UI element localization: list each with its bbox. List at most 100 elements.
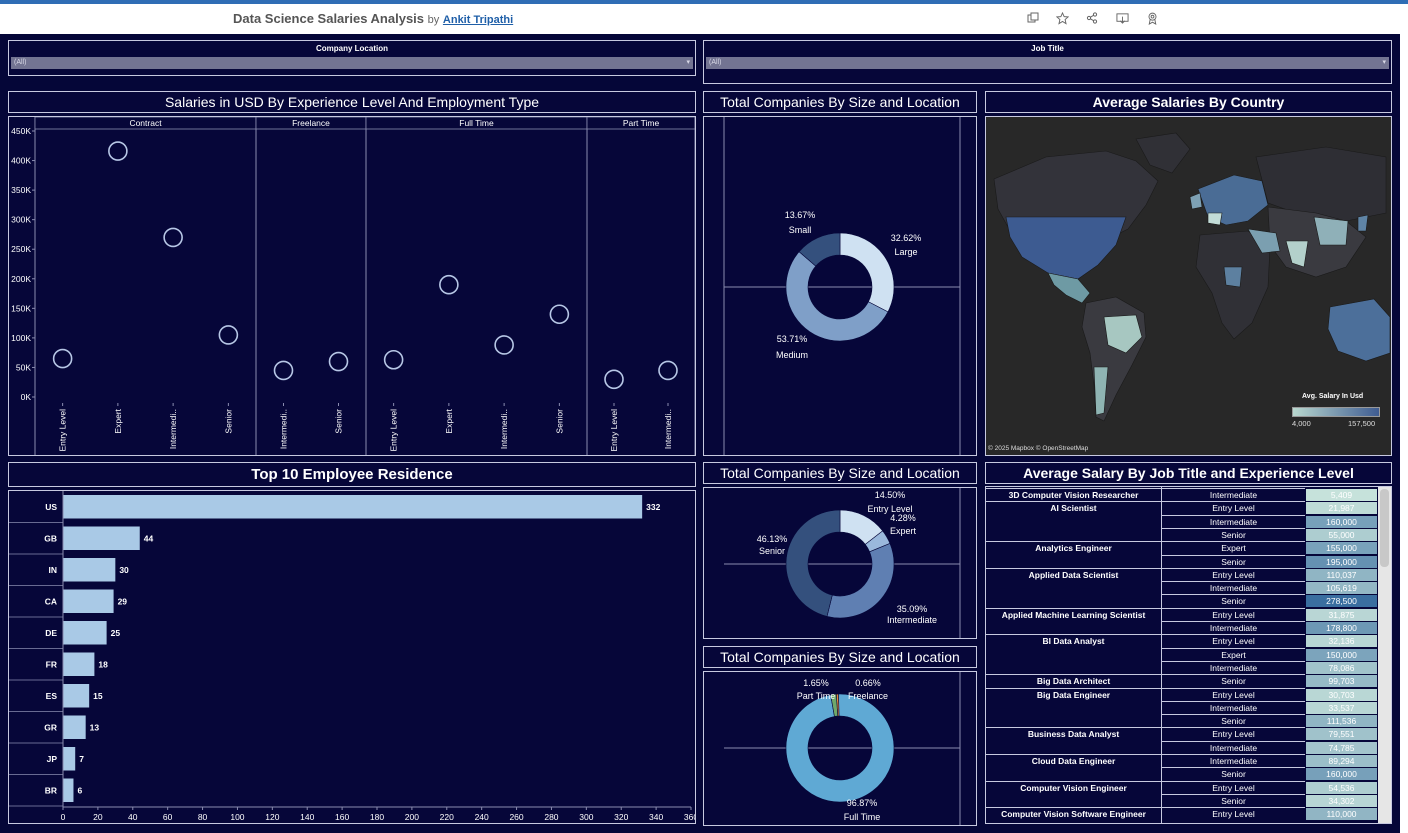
scatter-point: [273, 360, 294, 381]
avg-salary-cell: 34,302: [1306, 793, 1377, 807]
table-row[interactable]: Senior 34,302: [986, 793, 1391, 807]
avg-salary-map[interactable]: Avg. Salary In Usd 4,000 157,500 © 2025 …: [985, 116, 1392, 456]
experience-level-cell: Intermediate: [1162, 740, 1305, 755]
table-row[interactable]: Big Data Engineer Entry Level 30,703: [986, 687, 1391, 702]
table-row[interactable]: Intermediate 78,086: [986, 660, 1391, 674]
table-row[interactable]: Senior 278,500: [986, 594, 1391, 608]
experience-slice: [826, 543, 895, 619]
table-row[interactable]: Intermediate 178,800: [986, 621, 1391, 634]
residence-bar-chart: US 332GB 44IN 30CA 29DE 25FR 18ES 15GR 13JP 7BR 60…: [9, 491, 698, 822]
job-title-cell: AI Scientist: [986, 501, 1161, 515]
x-tick-label: Intermedi..: [279, 409, 289, 449]
table-row[interactable]: Applied Data Scientist Entry Level 110,037: [986, 567, 1391, 582]
x-tick-label: 140: [300, 812, 314, 822]
job-title-cell: Analytics Engineer: [986, 541, 1161, 555]
company-size-donut: 13.67% Small 32.62% Large 53.71% Medium: [723, 117, 961, 455]
panel-label: Full Time: [459, 118, 494, 128]
share-icon[interactable]: [1085, 12, 1099, 26]
avg-salary-cell: 54,536: [1306, 780, 1377, 794]
experience-level-cell: Entry Level: [1162, 567, 1305, 582]
donut-label-pct: 96.87%: [847, 798, 878, 808]
company-size-title: Total Companies By Size and Location: [703, 91, 977, 113]
table-row[interactable]: Senior 160,000: [986, 767, 1391, 781]
favorite-icon[interactable]: [1055, 11, 1069, 26]
y-tick-label: 0K: [21, 392, 32, 402]
chevron-down-icon: ▾: [686, 59, 690, 66]
job-table-body: 3D Computer Vision Researcher Intermediat…: [986, 487, 1391, 823]
avg-salary-cell: 278,500: [1306, 594, 1377, 608]
spain-region: [1207, 212, 1223, 226]
experience-level-cell: Senior: [1162, 554, 1305, 569]
experience-level-cell: Entry Level: [1162, 780, 1305, 795]
badge-icon[interactable]: [1145, 12, 1159, 26]
download-icon[interactable]: [1115, 12, 1129, 26]
experience-level-cell: Intermediate: [1162, 700, 1305, 715]
y-tick-label: 50K: [16, 362, 31, 372]
chevron-down-icon: ▾: [1382, 59, 1386, 66]
donut-label-pct: 1.65%: [803, 678, 829, 688]
salaries-chart-title: Salaries in USD By Experience Level And …: [8, 91, 696, 113]
central-africa-region: [1223, 266, 1243, 288]
viz-title: Data Science Salaries Analysis by Ankit …: [233, 11, 513, 26]
x-tick-label: Expert: [113, 408, 123, 433]
scrollbar-thumb[interactable]: [1380, 489, 1389, 567]
avg-salary-cell: 5,409: [1306, 488, 1377, 501]
job-title-dropdown[interactable]: (All) ▾: [706, 57, 1389, 69]
bar-category-label: GB: [44, 533, 57, 543]
bar-value-label: 13: [90, 722, 100, 732]
job-title-table[interactable]: 3D Computer Vision Researcher Intermediat…: [985, 486, 1392, 824]
table-row[interactable]: Expert 150,000: [986, 647, 1391, 661]
company-size-panel: 13.67% Small 32.62% Large 53.71% Medium: [703, 116, 977, 456]
avg-salary-cell: 21,987: [1306, 501, 1377, 515]
table-row[interactable]: Senior 195,000: [986, 554, 1391, 569]
duplicate-icon[interactable]: [1026, 12, 1040, 26]
y-tick-label: 300K: [11, 215, 31, 225]
table-row[interactable]: Senior 111,536: [986, 714, 1391, 728]
workbook-title: Data Science Salaries Analysis: [233, 11, 425, 26]
salaries-scatter-chart: 450K 400K 350K 300K 250K 200K 150K 100K 50K 0K Con…: [11, 116, 696, 455]
table-scrollbar[interactable]: [1378, 487, 1391, 823]
job-title-cell: Computer Vision Engineer: [986, 780, 1161, 795]
company-location-dropdown[interactable]: (All) ▾: [11, 57, 693, 69]
donut-label-name: Senior: [759, 546, 785, 556]
y-tick-label: 350K: [11, 185, 31, 195]
y-tick-label: 200K: [11, 274, 31, 284]
bar-category-label: FR: [46, 659, 57, 669]
bar-value-label: 7: [79, 754, 84, 764]
job-title-cell: Big Data Engineer: [986, 687, 1161, 702]
table-row[interactable]: Computer Vision Engineer Entry Level 54,53…: [986, 780, 1391, 795]
table-row[interactable]: Intermediate 160,000: [986, 514, 1391, 528]
x-tick-label: 320: [614, 812, 628, 822]
x-tick-label: 220: [440, 812, 454, 822]
job-title-cell: Applied Machine Learning Scientist: [986, 607, 1161, 622]
donut-label-pct: 0.66%: [855, 678, 881, 688]
job-title-cell: Cloud Data Engineer: [986, 754, 1161, 768]
scatter-point: [218, 325, 239, 345]
bar: [63, 778, 74, 802]
table-row[interactable]: Computer Vision Software Engineer Entry L…: [986, 807, 1391, 821]
table-row[interactable]: Cloud Data Engineer Intermediate 89,294: [986, 754, 1391, 767]
table-row[interactable]: 3D Computer Vision Researcher Intermediat…: [986, 488, 1391, 501]
table-row[interactable]: Big Data Architect Senior 99,703: [986, 674, 1391, 688]
avg-salary-cell: 78,086: [1306, 660, 1377, 674]
experience-level-cell: Entry Level: [1162, 634, 1305, 648]
avg-salary-cell: 110,000: [1306, 807, 1377, 821]
table-row[interactable]: AI Scientist Entry Level 21,987: [986, 501, 1391, 515]
table-row[interactable]: Senior 55,000: [986, 527, 1391, 541]
x-tick-label: 280: [544, 812, 558, 822]
table-row[interactable]: Analytics Engineer Expert 155,000: [986, 541, 1391, 555]
table-row[interactable]: Business Data Analyst Entry Level 79,551: [986, 727, 1391, 741]
map-legend-title: Avg. Salary In Usd: [1302, 393, 1364, 400]
table-row[interactable]: Intermediate 74,785: [986, 740, 1391, 755]
author-link[interactable]: Ankit Tripathi: [443, 14, 513, 26]
x-tick-label: 200: [405, 812, 419, 822]
table-row[interactable]: Intermediate 33,537: [986, 700, 1391, 715]
table-row[interactable]: Applied Machine Learning Scientist Entry …: [986, 607, 1391, 622]
residence-panel: US 332 GB 44 IN 30 CA 29 DE 25 FR 18 ES 15 GR 13 JP 7 BR 6 0…: [8, 490, 698, 824]
table-row[interactable]: BI Data Analyst Entry Level 32,136: [986, 634, 1391, 648]
x-tick-label: Intermedi..: [499, 409, 509, 449]
experience-level-cell: Entry Level: [1162, 687, 1305, 702]
map-attribution[interactable]: © 2025 Mapbox © OpenStreetMap: [988, 445, 1088, 452]
donut-label-name: Small: [789, 225, 812, 235]
table-row[interactable]: Intermediate 105,619: [986, 581, 1391, 595]
